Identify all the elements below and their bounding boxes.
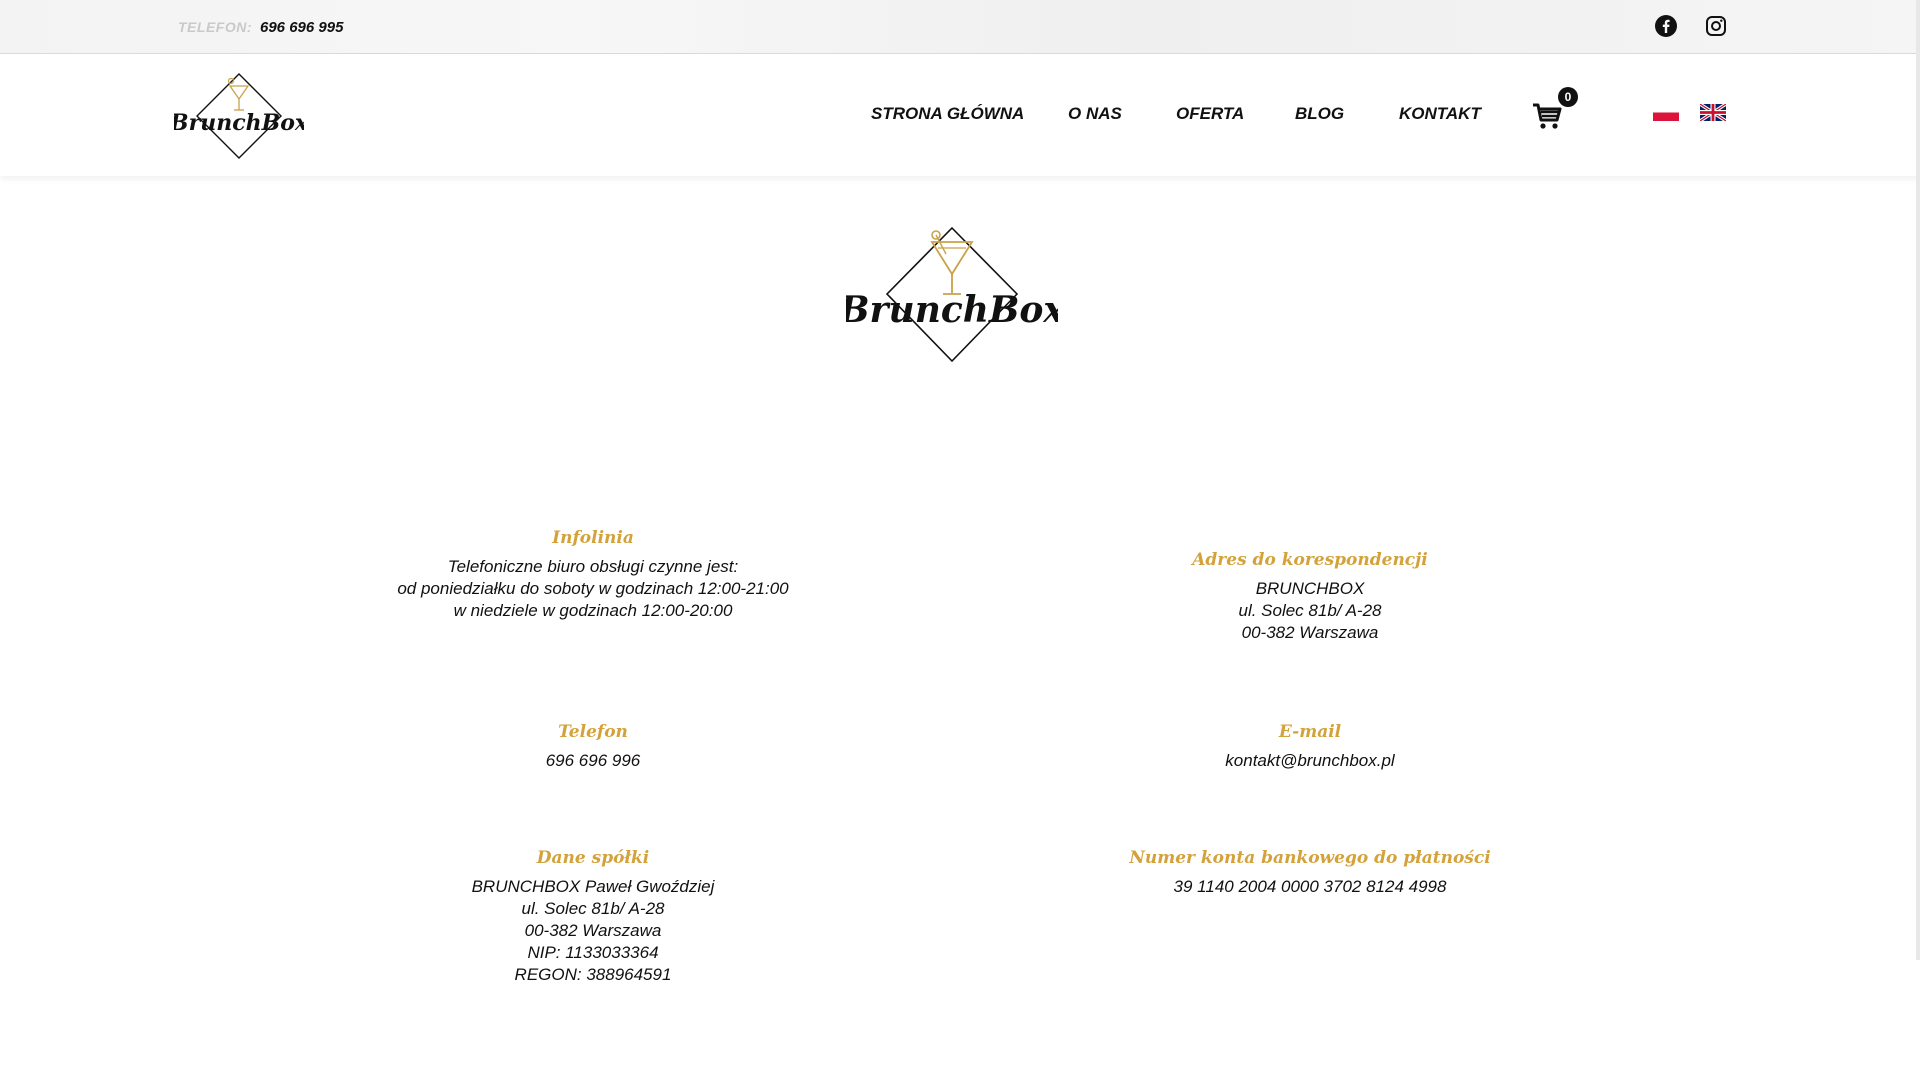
nav-strona-glowna[interactable]: STRONA GŁÓWNA — [871, 104, 1024, 124]
top-bar: TELEFON: 696 696 995 — [0, 0, 1920, 54]
cart-button[interactable]: 0 — [1531, 87, 1578, 134]
facebook-icon[interactable] — [1654, 14, 1678, 38]
konto-number: 39 1140 2004 0000 3702 8124 4998 — [1173, 877, 1447, 896]
email-section: E-mail kontakt@brunchbox.pl — [1010, 722, 1610, 772]
konto-section: Numer konta bankowego do płatności 39 11… — [1010, 848, 1610, 898]
dane-spolki-title: Dane spółki — [536, 848, 650, 868]
cart-icon — [1533, 103, 1562, 129]
dane-spolki-section: Dane spółki BRUNCHBOX Paweł Gwoździej ul… — [293, 848, 893, 986]
adres-line-3: 00-382 Warszawa — [1241, 623, 1379, 642]
instagram-icon[interactable] — [1704, 14, 1728, 38]
telefon-section: Telefon 696 696 996 — [293, 722, 893, 772]
spolka-line-2: ul. Solec 81b/ A-28 — [521, 899, 665, 918]
email-address[interactable]: kontakt@brunchbox.pl — [1010, 750, 1610, 772]
spolka-line-1: BRUNCHBOX Paweł Gwoździej — [471, 877, 715, 896]
spolka-line-5: REGON: 388964591 — [514, 965, 672, 984]
flag-en-icon[interactable] — [1700, 104, 1726, 121]
brunchbox-logo-large: BrunchBox — [846, 226, 1058, 363]
brunchbox-logo[interactable]: BrunchBox — [174, 66, 304, 166]
spolka-line-4: NIP: 1133033364 — [527, 943, 659, 962]
spolka-line-3: 00-382 Warszawa — [524, 921, 662, 940]
cart-count-badge: 0 — [1558, 87, 1578, 107]
konto-title: Numer konta bankowego do płatności — [1129, 848, 1491, 868]
infolinia-line-1: Telefoniczne biuro obsługi czynne jest: — [447, 557, 739, 576]
nav-blog[interactable]: BLOG — [1295, 104, 1344, 124]
adres-line-1: BRUNCHBOX — [1255, 579, 1365, 598]
flag-pl-icon[interactable] — [1653, 104, 1679, 121]
nav-o-nas[interactable]: O NAS — [1068, 104, 1122, 124]
telefon-number[interactable]: 696 696 996 — [293, 750, 893, 772]
scrollbar[interactable] — [1916, 0, 1920, 960]
adres-section: Adres do korespondencji BRUNCHBOX ul. So… — [1010, 550, 1610, 644]
infolinia-title: Infolinia — [552, 528, 634, 548]
main-header: BrunchBox STRONA GŁÓWNA O NAS OFERTA BLO… — [0, 54, 1920, 176]
email-title: E-mail — [1278, 722, 1342, 742]
telefon-title: Telefon — [558, 722, 628, 742]
logo-text: BrunchBox — [846, 289, 1058, 331]
logo-text: BrunchBox — [174, 110, 304, 136]
infolinia-section: Infolinia Telefoniczne biuro obsługi czy… — [293, 528, 893, 622]
phone-number[interactable]: 696 696 995 — [260, 19, 343, 36]
nav-oferta[interactable]: OFERTA — [1176, 104, 1244, 124]
adres-line-2: ul. Solec 81b/ A-28 — [1238, 601, 1382, 620]
phone-label: TELEFON: — [178, 19, 252, 35]
infolinia-line-2: od poniedziałku do soboty w godzinach 12… — [397, 579, 789, 598]
nav-kontakt[interactable]: KONTAKT — [1399, 104, 1481, 124]
adres-title: Adres do korespondencji — [1192, 550, 1428, 570]
infolinia-line-3: w niedziele w godzinach 12:00-20:00 — [453, 601, 733, 620]
